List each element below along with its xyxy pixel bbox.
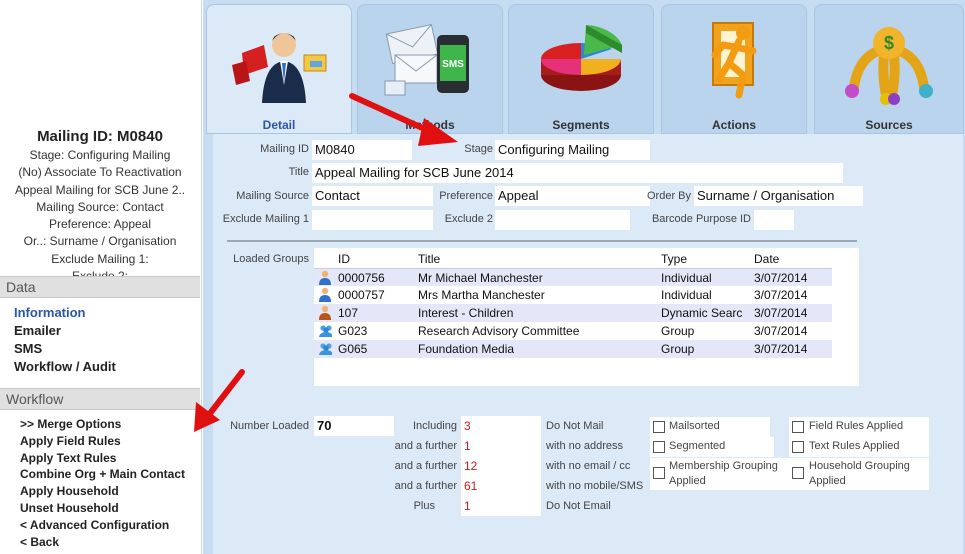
arrow-to-stage [349,93,458,146]
arrow-to-merge-options [194,369,245,432]
annotation-arrows [194,93,458,432]
